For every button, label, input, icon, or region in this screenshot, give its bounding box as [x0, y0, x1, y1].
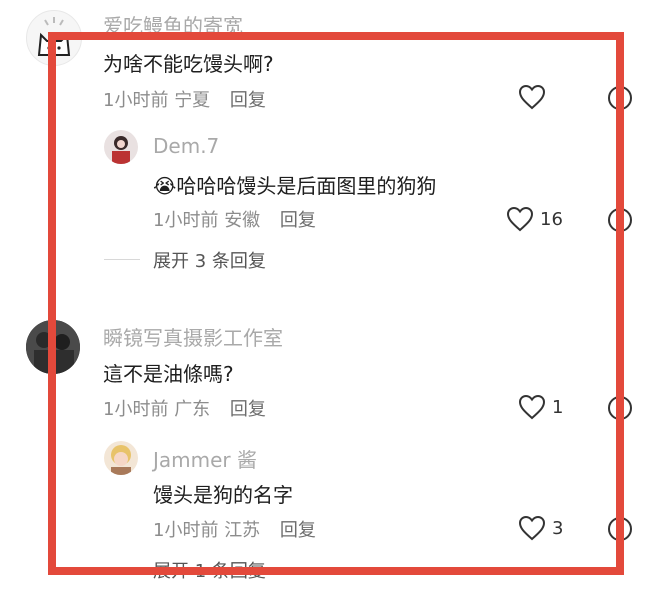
- highlight-frame: [48, 32, 624, 575]
